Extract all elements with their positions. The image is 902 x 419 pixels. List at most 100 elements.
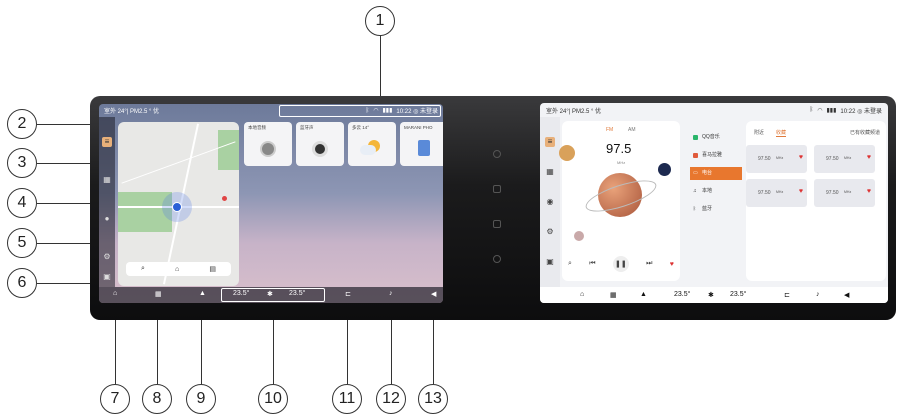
widget-phone[interactable]: MARANI PHO	[400, 122, 443, 166]
dock-volume-icon[interactable]: ◀	[844, 291, 849, 299]
status-icons-group: ᛒ ◠ ▮▮▮ 10:22 ◎ 未登录	[810, 106, 882, 115]
settings-icon[interactable]: ⚙	[102, 252, 112, 262]
search-icon[interactable]: ⌕	[568, 260, 572, 268]
media-icon[interactable]: ▣	[102, 272, 112, 282]
tab-favorites[interactable]: 收藏	[776, 129, 787, 137]
widget-weather[interactable]: 多云 14°	[348, 122, 396, 166]
apps-icon[interactable]: ▦	[545, 167, 555, 177]
camera-icon[interactable]: ●	[102, 214, 112, 224]
callout-7: 7	[100, 384, 130, 414]
heart-icon[interactable]: ♥	[799, 188, 803, 195]
dock-temp-right[interactable]: 23.5°	[730, 291, 746, 298]
apps-icon[interactable]: ▦	[102, 175, 112, 185]
favorite-station[interactable]: 97.50 MHz ♥	[814, 179, 875, 207]
radio-icon: ▭	[693, 170, 698, 176]
status-weather: 室外 24°| PM2.5 ° 优	[104, 109, 160, 115]
climate-highlight	[221, 288, 325, 302]
callout-11: 11	[332, 384, 362, 414]
frequency-unit: MHz	[617, 160, 626, 165]
prev-icon[interactable]: ⏮	[589, 260, 595, 268]
tab-am[interactable]: AM	[628, 127, 636, 133]
dock-seat-icon[interactable]: ⊏	[784, 291, 790, 299]
widget-local-audio[interactable]: 本地音频	[244, 122, 292, 166]
menu-item-ximalaya[interactable]: 喜马拉雅	[690, 149, 742, 162]
current-location-icon	[172, 202, 182, 212]
bluetooth-icon: ᛒ	[809, 107, 814, 113]
station-unit: MHz	[776, 156, 784, 160]
callout-10: 10	[258, 384, 288, 414]
planet-small-icon	[559, 145, 575, 161]
leader-line-1	[380, 36, 381, 102]
dock-home-icon[interactable]: ⌂	[580, 291, 584, 298]
widget-label: MARANI PHO	[404, 125, 433, 130]
dock-apps-icon[interactable]: ▦	[610, 291, 617, 299]
home-app-icon[interactable]: ≡	[545, 137, 555, 147]
favorite-station[interactable]: 97.50 MHz ♥	[814, 145, 875, 173]
home-icon[interactable]: ⌂	[175, 266, 179, 273]
disc-icon	[260, 141, 276, 157]
station-frequency: 97.50	[826, 190, 839, 196]
play-pause-button[interactable]: ❚❚	[612, 256, 629, 272]
center-button-4[interactable]	[493, 255, 501, 263]
company-icon[interactable]: ▤	[209, 265, 216, 273]
saved-channels-link[interactable]: 已有收藏频道	[850, 129, 880, 136]
bluetooth-icon: ᛒ	[693, 206, 697, 212]
phone-icon	[418, 140, 430, 156]
favorite-heart-icon[interactable]: ♥	[670, 261, 674, 268]
frequency-display: 97.5	[606, 141, 632, 156]
callout-3: 3	[7, 148, 37, 178]
camera-icon[interactable]: ◉	[545, 197, 555, 207]
dock-seat-icon[interactable]: ⊏	[345, 290, 351, 298]
favorites-panel: 附近 收藏 已有收藏频道 97.50 MHz ♥ 97.50 MHz ♥ 97.…	[746, 121, 886, 281]
planet-dark-icon	[658, 163, 671, 176]
widget-bluetooth[interactable]: 蓝牙声	[296, 122, 344, 166]
station-frequency: 97.50	[826, 156, 839, 162]
heart-icon[interactable]: ♥	[867, 154, 871, 161]
center-button-2[interactable]	[493, 185, 501, 193]
dock-navigation-icon[interactable]: ▲	[640, 291, 647, 298]
dock-music-icon[interactable]: ♪	[816, 291, 820, 298]
widget-label: 本地音频	[248, 125, 266, 130]
wifi-icon: ◠	[817, 107, 823, 114]
right-dock: ⌂ ▦ ▲ 23.5° ✱ 23.5° ⊏ ♪ ◀	[540, 287, 888, 303]
dock-home-icon[interactable]: ⌂	[113, 290, 117, 297]
dock-temp-left[interactable]: 23.5°	[674, 291, 690, 298]
map-widget[interactable]: ⌕ ⌂ ▤	[118, 122, 239, 286]
status-bar: 室外 24°| PM2.5 ° 优 ᛒ ◠ ▮▮▮ 10:22 ◎ 未登录	[540, 103, 888, 117]
menu-item-bluetooth[interactable]: ᛒ 蓝牙	[690, 203, 742, 216]
callout-5: 5	[7, 228, 37, 258]
menu-item-qq-music[interactable]: QQ音乐	[690, 131, 742, 144]
dock-navigation-icon[interactable]: ▲	[199, 290, 206, 297]
right-sidebar: ≡ ▦ ◉ ⚙ ▣	[540, 117, 560, 287]
media-icon[interactable]: ▣	[545, 257, 555, 267]
dock-music-icon[interactable]: ♪	[389, 290, 393, 297]
favorite-station[interactable]: 97.50 MHz ♥	[746, 179, 807, 207]
center-button-1[interactable]	[493, 150, 501, 158]
menu-item-radio[interactable]: ▭ 电台	[690, 167, 742, 180]
right-screen: 室外 24°| PM2.5 ° 优 ᛒ ◠ ▮▮▮ 10:22 ◎ 未登录 ≡ …	[540, 103, 888, 303]
station-frequency: 97.50	[758, 190, 771, 196]
planet-tiny-icon	[574, 231, 584, 241]
home-app-icon[interactable]: ≡	[102, 137, 112, 147]
dock-apps-icon[interactable]: ▦	[155, 290, 162, 298]
center-button-3[interactable]	[493, 220, 501, 228]
map-park-area-2	[218, 130, 239, 170]
tab-fm[interactable]: FM	[606, 127, 613, 133]
heart-icon[interactable]: ♥	[799, 154, 803, 161]
callout-1: 1	[365, 6, 395, 36]
dock-fan-icon[interactable]: ✱	[708, 291, 714, 299]
settings-icon[interactable]: ⚙	[545, 227, 555, 237]
left-sidebar: ≡ ▦ ● ⚙ ▣	[99, 117, 115, 287]
status-weather: 室外 24°| PM2.5 ° 优	[546, 108, 602, 115]
heart-icon[interactable]: ♥	[867, 188, 871, 195]
station-frequency: 97.50	[758, 156, 771, 162]
next-icon[interactable]: ⏭	[646, 260, 652, 268]
status-time: 10:22 ◎ 未登录	[840, 108, 882, 115]
station-unit: MHz	[776, 190, 784, 194]
dock-volume-icon[interactable]: ◀	[431, 290, 436, 298]
tab-nearby[interactable]: 附近	[754, 129, 764, 136]
favorite-station[interactable]: 97.50 MHz ♥	[746, 145, 807, 173]
status-icons-highlight	[279, 105, 441, 117]
search-icon[interactable]: ⌕	[141, 265, 145, 273]
menu-item-local[interactable]: ♫ 本地	[690, 185, 742, 198]
